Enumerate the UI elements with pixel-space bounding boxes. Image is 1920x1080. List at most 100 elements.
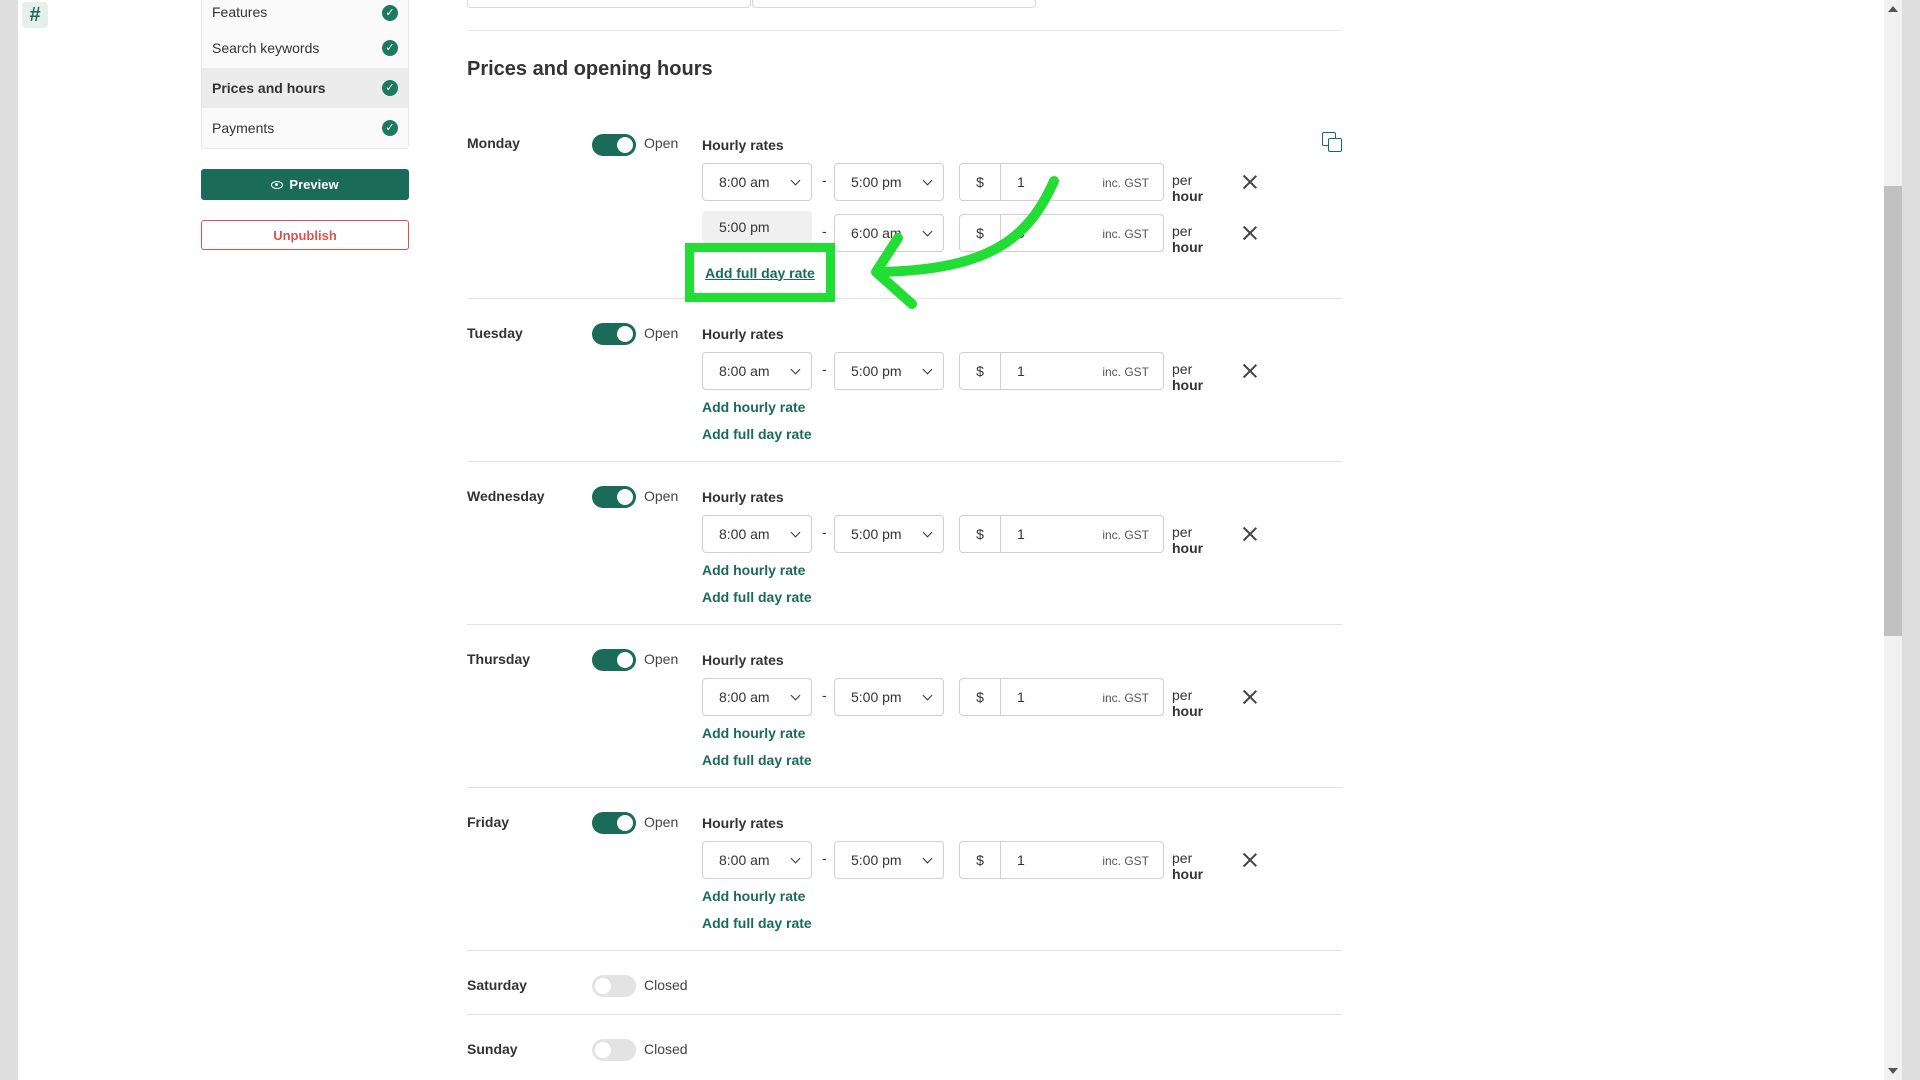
sidebar-item-payments[interactable]: Payments ✓ [202,108,408,148]
section-title: Prices and opening hours [467,58,713,80]
price-input[interactable]: $ 1 inc. GST [959,678,1164,716]
add-full-day-rate-link[interactable]: Add full day rate [702,910,812,937]
end-time-select[interactable]: 5:00 pm [834,163,944,201]
start-time-select[interactable]: 8:00 am [702,515,812,553]
dash: - [822,850,827,866]
price-value: 1 [1017,174,1025,190]
end-time-select[interactable]: 5:00 pm [834,841,944,879]
sidebar-item-prices-and-hours[interactable]: Prices and hours ✓ [202,68,408,108]
close-icon[interactable] [1242,689,1258,705]
highlight-box: Add full day rate [685,243,835,302]
day-name: Monday [467,135,520,151]
preview-button[interactable]: Preview [201,169,409,200]
rate-line: 8:00 am - 5:00 pm $ 1 inc. GST per hour [702,841,1203,882]
day-row-saturday: Saturday Closed [467,975,1342,1015]
sidebar-item-features[interactable]: Features ✓ [202,0,408,28]
chevron-down-icon [790,690,801,701]
check-icon: ✓ [382,5,398,21]
day-name: Wednesday [467,488,545,504]
add-hourly-rate-link[interactable]: Add hourly rate [702,557,812,584]
open-toggle[interactable] [592,975,636,997]
start-time-select[interactable]: 8:00 am [702,163,812,201]
dash: - [822,223,827,239]
scrollbar[interactable] [1884,0,1902,1080]
gst-label: inc. GST [1102,691,1149,705]
end-time-select[interactable]: 5:00 pm [834,678,944,716]
open-toggle[interactable] [592,649,636,671]
unpublish-button[interactable]: Unpublish [201,220,409,250]
end-time-value: 6:00 am [851,225,902,241]
currency-symbol: $ [960,353,1001,389]
status-label: Closed [644,1041,688,1057]
logo-icon[interactable]: # [22,2,48,28]
end-time-select[interactable]: 5:00 pm [834,515,944,553]
price-value: 1 [1017,363,1025,379]
day-row-monday: Monday Open Hourly rates 8:00 am - 5:00 … [467,125,1342,299]
add-hourly-rate-link[interactable]: Add hourly rate [702,883,812,910]
end-time-select[interactable]: 5:00 pm [834,352,944,390]
check-icon: ✓ [382,80,398,96]
add-full-day-rate-link[interactable]: Add full day rate [705,265,815,281]
open-toggle[interactable] [592,1039,636,1061]
day-name: Friday [467,814,510,830]
check-icon: ✓ [382,120,398,136]
price-value: 1 [1017,689,1025,705]
gst-label: inc. GST [1102,227,1149,241]
sidebar-item-label: Search keywords [212,40,320,56]
dash: - [822,172,827,188]
currency-symbol: $ [960,215,1001,251]
start-time-value: 8:00 am [719,526,770,542]
rates-title: Hourly rates [702,326,784,342]
sidebar-item-label: Payments [212,120,275,136]
dash: - [822,524,827,540]
close-icon[interactable] [1242,363,1258,379]
scroll-down-icon[interactable] [1888,1068,1898,1074]
dash: - [822,361,827,377]
start-time-value: 8:00 am [719,174,770,190]
close-icon[interactable] [1242,225,1258,241]
add-full-day-rate-link[interactable]: Add full day rate [702,421,812,448]
add-full-day-rate-link[interactable]: Add full day rate [702,747,812,774]
start-time-select[interactable]: 8:00 am [702,841,812,879]
start-time-select[interactable]: 8:00 am [702,352,812,390]
rates-group: Hourly rates 8:00 am - 5:00 pm $ 1 inc. … [702,324,1203,448]
close-icon[interactable] [1242,174,1258,190]
scroll-up-icon[interactable] [1888,6,1898,12]
top-input-field[interactable] [752,0,1036,8]
rate-line: 8:00 am - 5:00 pm $ 1 inc. GST per hour [702,515,1203,556]
chevron-down-icon [922,527,933,538]
price-input[interactable]: $ 1 inc. GST [959,841,1164,879]
rates-group: Hourly rates 8:00 am - 5:00 pm $ 1 inc. … [702,487,1203,611]
price-input[interactable]: $ 1 inc. GST [959,352,1164,390]
price-input[interactable]: $ 0 inc. GST [959,214,1164,252]
add-hourly-rate-link[interactable]: Add hourly rate [702,720,812,747]
end-time-value: 5:00 pm [851,526,902,542]
price-input[interactable]: $ 1 inc. GST [959,515,1164,553]
sidebar-item-search-keywords[interactable]: Search keywords ✓ [202,28,408,68]
open-toggle[interactable] [592,323,636,345]
day-row-thursday: Thursday Open Hourly rates 8:00 am - 5:0… [467,649,1342,788]
start-time-select[interactable]: 8:00 am [702,678,812,716]
gst-label: inc. GST [1102,528,1149,542]
add-full-day-rate-link[interactable]: Add full day rate [702,584,812,611]
top-input-field[interactable] [467,0,751,8]
close-icon[interactable] [1242,852,1258,868]
currency-symbol: $ [960,164,1001,200]
open-toggle[interactable] [592,486,636,508]
price-input[interactable]: $ 1 inc. GST [959,163,1164,201]
rate-line: 8:00 am - 5:00 pm $ 1 inc. GST per hour [702,352,1203,393]
start-time-select[interactable]: 5:00 pm [702,211,812,243]
dash: - [822,687,827,703]
close-icon[interactable] [1242,526,1258,542]
chevron-down-icon [790,527,801,538]
end-time-select[interactable]: 6:00 am [834,214,944,252]
status-label: Open [644,135,679,151]
start-time-value: 5:00 pm [719,219,770,235]
rates-title: Hourly rates [702,652,784,668]
scroll-thumb[interactable] [1884,186,1902,636]
gst-label: inc. GST [1102,176,1149,190]
open-toggle[interactable] [592,134,636,156]
open-toggle[interactable] [592,812,636,834]
add-hourly-rate-link[interactable]: Add hourly rate [702,394,812,421]
rates-title: Hourly rates [702,815,784,831]
